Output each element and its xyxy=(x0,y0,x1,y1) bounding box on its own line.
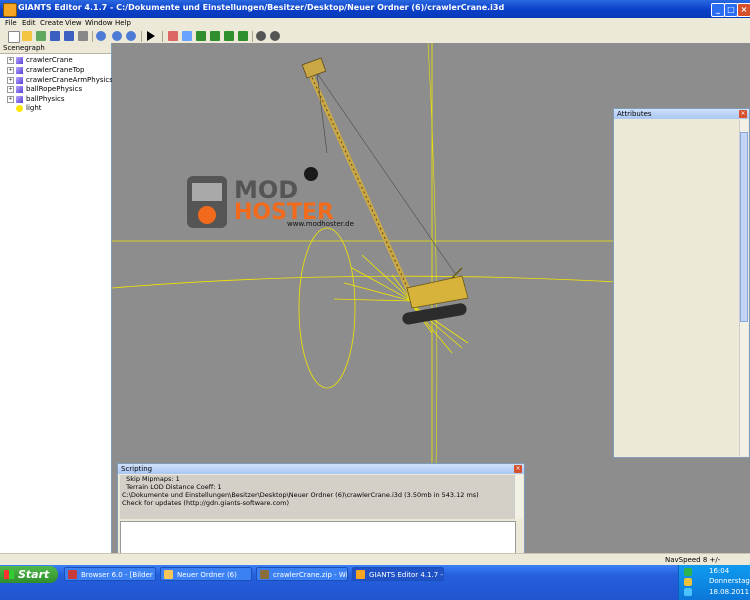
output-line: Check for updates (http://gdn.giants-sof… xyxy=(122,499,290,507)
taskbar-item-folder[interactable]: Neuer Ordner (6) xyxy=(160,567,252,581)
light-bulb-icon xyxy=(16,104,23,112)
volume-icon[interactable] xyxy=(684,578,692,586)
system-tray: 16:04 Donnerstag 18.08.2011 xyxy=(678,565,750,600)
attributes-panel: Attributes × xyxy=(613,108,750,458)
taskbar-item-winzip[interactable]: crawlerCrane.zip - Wi... xyxy=(256,567,348,581)
clock-day: Donnerstag xyxy=(709,577,750,585)
scrollbar-thumb[interactable] xyxy=(740,132,748,322)
scenegraph-item[interactable]: + ballRopePhysics xyxy=(7,85,82,94)
taskbar-item-browser[interactable]: Browser 6.0 - [Bilder ... xyxy=(64,567,156,581)
settings-gear-icon[interactable] xyxy=(256,31,266,41)
watermark-url: www.modhoster.de xyxy=(287,220,354,228)
expand-icon[interactable]: + xyxy=(7,66,14,74)
toolbar-separator xyxy=(162,31,163,42)
expand-icon[interactable]: + xyxy=(7,56,14,64)
output-scrollbar[interactable] xyxy=(514,475,523,519)
navspeed-readout: NavSpeed 8 +/- xyxy=(665,556,721,564)
new-file-icon[interactable] xyxy=(8,31,20,43)
close-attributes-icon[interactable]: × xyxy=(739,110,747,118)
folder-icon xyxy=(164,570,173,579)
terrain-icon[interactable] xyxy=(196,31,206,41)
menu-create[interactable]: Create xyxy=(40,19,63,27)
menu-edit[interactable]: Edit xyxy=(22,19,36,27)
title-bar: GIANTS Editor 4.1.7 - C:/Dokumente und E… xyxy=(0,0,750,18)
scripting-title: Scripting xyxy=(118,464,524,474)
scripting-panel: Scripting × Skip Mipmaps: 1 Terrain LOD … xyxy=(117,463,525,557)
import-icon[interactable] xyxy=(36,31,46,41)
menu-bar: File Edit Create View Window Help xyxy=(0,18,750,29)
attributes-scrollbar[interactable] xyxy=(739,120,748,456)
toolbar-separator xyxy=(252,31,253,42)
scenegraph-item[interactable]: + ballPhysics xyxy=(7,95,65,104)
play-icon[interactable] xyxy=(147,31,155,41)
output-line: C:\Dokumente und Einstellungen\Besitzer\… xyxy=(122,491,479,499)
save-icon[interactable] xyxy=(50,31,60,41)
browser-icon xyxy=(68,570,77,579)
transform-group-icon xyxy=(16,76,23,84)
gizmo-ellipse xyxy=(298,227,356,389)
export-icon[interactable] xyxy=(78,31,88,41)
toolbar xyxy=(0,29,750,44)
transform-group-icon xyxy=(16,95,23,103)
expand-icon[interactable]: + xyxy=(7,76,14,84)
clock-date: 18.08.2011 xyxy=(709,588,750,596)
menu-help[interactable]: Help xyxy=(115,19,131,27)
menu-window[interactable]: Window xyxy=(85,19,113,27)
minimize-button[interactable]: _ xyxy=(711,3,725,17)
transform-group-icon xyxy=(16,85,23,93)
scenegraph-item[interactable]: + crawlerCrane xyxy=(7,56,73,65)
scenegraph-panel: Scenegraph + crawlerCrane + crawlerCraneTo… xyxy=(0,43,113,553)
foliage-icon[interactable] xyxy=(224,31,234,41)
open-folder-icon[interactable] xyxy=(22,31,32,41)
tools-gear-icon[interactable] xyxy=(270,31,280,41)
start-button[interactable]: Start xyxy=(0,566,58,583)
undo-icon[interactable] xyxy=(112,31,122,41)
tree-icon[interactable] xyxy=(238,31,248,41)
app-icon xyxy=(3,3,17,17)
expand-icon[interactable]: + xyxy=(7,85,14,93)
home-icon[interactable] xyxy=(168,31,178,41)
scenegraph-title: Scenegraph xyxy=(0,43,111,54)
redo-icon[interactable] xyxy=(126,31,136,41)
output-line: Skip Mipmaps: 1 xyxy=(122,475,180,483)
network-icon[interactable] xyxy=(684,568,692,576)
wrecking-ball xyxy=(304,167,318,181)
snap-icon[interactable] xyxy=(182,31,192,41)
transform-group-icon xyxy=(16,56,23,64)
crane-boom xyxy=(301,57,457,300)
scripting-output: Skip Mipmaps: 1 Terrain LOD Distance Coe… xyxy=(120,475,514,519)
toolbar-separator xyxy=(92,31,93,42)
menu-file[interactable]: File xyxy=(5,19,17,27)
windows-taskbar: Start Browser 6.0 - [Bilder ... Neuer Or… xyxy=(0,565,750,600)
scenegraph-item[interactable]: light xyxy=(7,104,42,113)
clock-time[interactable]: 16:04 xyxy=(709,567,729,575)
close-button[interactable]: × xyxy=(737,3,750,17)
refresh-icon[interactable] xyxy=(96,31,106,41)
save-as-icon[interactable] xyxy=(64,31,74,41)
giants-editor-icon xyxy=(356,570,365,579)
toolbar-separator xyxy=(141,31,142,42)
script-input[interactable] xyxy=(120,521,516,556)
expand-icon[interactable]: + xyxy=(7,95,14,103)
close-scripting-icon[interactable]: × xyxy=(514,465,522,473)
security-icon[interactable] xyxy=(684,588,692,596)
transform-group-icon xyxy=(16,66,23,74)
attributes-title: Attributes xyxy=(614,109,749,119)
output-line: Terrain LOD Distance Coeff: 1 xyxy=(122,483,222,491)
taskbar-item-giants-editor[interactable]: GIANTS Editor 4.1.7 -... xyxy=(352,567,444,581)
maximize-button[interactable]: □ xyxy=(724,3,738,17)
scenegraph-item[interactable]: + crawlerCraneArmPhysics xyxy=(7,76,113,85)
archive-icon xyxy=(260,570,269,579)
window-title: GIANTS Editor 4.1.7 - C:/Dokumente und E… xyxy=(18,3,505,12)
windows-flag-icon xyxy=(4,570,14,579)
menu-view[interactable]: View xyxy=(65,19,82,27)
scenegraph-item[interactable]: + crawlerCraneTop xyxy=(7,66,84,75)
terrain-paint-icon[interactable] xyxy=(210,31,220,41)
